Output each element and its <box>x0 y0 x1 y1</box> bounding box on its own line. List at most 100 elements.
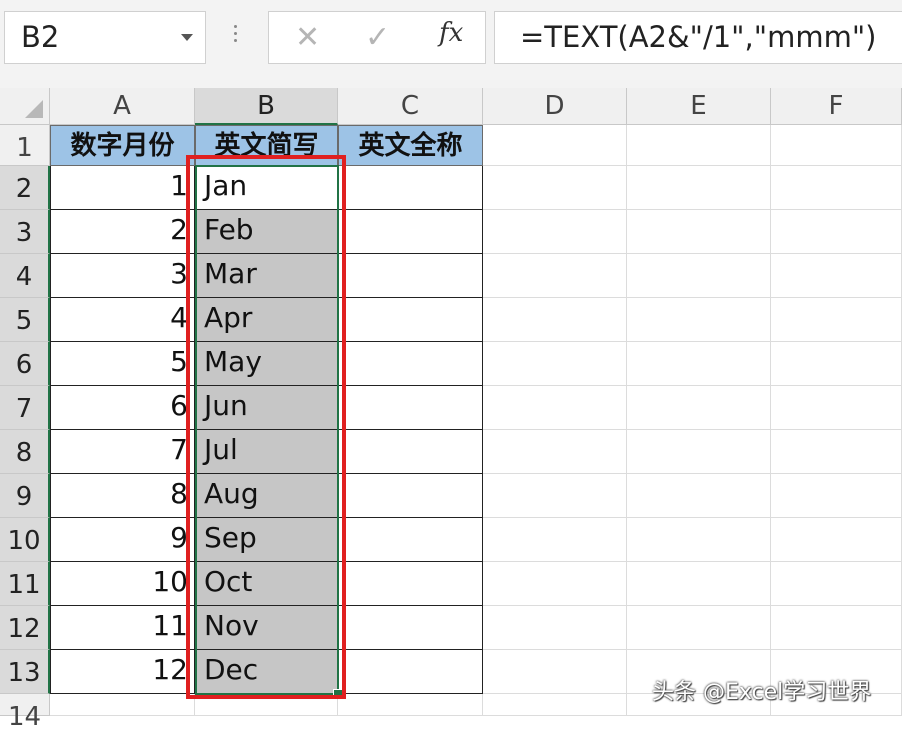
month-abbr-cell[interactable]: Feb <box>195 210 338 254</box>
month-abbr-cell[interactable]: Mar <box>195 254 338 298</box>
drag-handle-icon[interactable] <box>234 25 238 46</box>
cell-d1[interactable] <box>483 125 627 166</box>
cell-e9[interactable] <box>627 474 771 518</box>
cell-f6[interactable] <box>771 342 902 386</box>
row-header-4[interactable]: 4 <box>0 254 50 298</box>
row-header-5[interactable]: 5 <box>0 298 50 342</box>
select-all-corner[interactable] <box>0 88 50 125</box>
column-header-a[interactable]: A <box>50 88 195 125</box>
month-abbr-cell[interactable]: Dec <box>195 650 338 694</box>
cell-d8[interactable] <box>483 430 627 474</box>
header-cell-a1[interactable]: 数字月份 <box>50 125 195 166</box>
cell-f5[interactable] <box>771 298 902 342</box>
month-number-cell[interactable]: 7 <box>50 430 195 474</box>
cell-f1[interactable] <box>771 125 902 166</box>
row-header-11[interactable]: 11 <box>0 562 50 606</box>
month-fullname-cell[interactable] <box>338 166 483 210</box>
month-number-cell[interactable]: 4 <box>50 298 195 342</box>
row-header-9[interactable]: 9 <box>0 474 50 518</box>
month-fullname-cell[interactable] <box>338 342 483 386</box>
row-header-12[interactable]: 12 <box>0 606 50 650</box>
month-abbr-cell[interactable]: Apr <box>195 298 338 342</box>
month-number-cell[interactable]: 10 <box>50 562 195 606</box>
row-header-2[interactable]: 2 <box>0 166 50 210</box>
row-header-8[interactable]: 8 <box>0 430 50 474</box>
month-fullname-cell[interactable] <box>338 518 483 562</box>
cell-e7[interactable] <box>627 386 771 430</box>
cell-e2[interactable] <box>627 166 771 210</box>
month-fullname-cell[interactable] <box>338 650 483 694</box>
name-box[interactable]: B2 <box>4 11 206 64</box>
month-number-cell[interactable]: 9 <box>50 518 195 562</box>
month-fullname-cell[interactable] <box>338 386 483 430</box>
row-header-10[interactable]: 10 <box>0 518 50 562</box>
month-number-cell[interactable]: 12 <box>50 650 195 694</box>
month-fullname-cell[interactable] <box>338 254 483 298</box>
cell-e1[interactable] <box>627 125 771 166</box>
cell-d10[interactable] <box>483 518 627 562</box>
month-fullname-cell[interactable] <box>338 606 483 650</box>
cell-f11[interactable] <box>771 562 902 606</box>
month-abbr-cell[interactable]: Oct <box>195 562 338 606</box>
column-header-e[interactable]: E <box>627 88 771 125</box>
cell-d2[interactable] <box>483 166 627 210</box>
month-fullname-cell[interactable] <box>338 562 483 606</box>
header-cell-c1[interactable]: 英文全称 <box>338 125 483 166</box>
month-number-cell[interactable]: 6 <box>50 386 195 430</box>
formula-input[interactable]: =TEXT(A2&"/1","mmm") <box>494 11 902 64</box>
cell-a14[interactable] <box>50 694 195 716</box>
row-header-14[interactable]: 14 <box>0 694 50 732</box>
cell-d13[interactable] <box>483 650 627 694</box>
month-abbr-cell[interactable]: May <box>195 342 338 386</box>
cell-f9[interactable] <box>771 474 902 518</box>
row-header-1[interactable]: 1 <box>0 125 50 166</box>
month-abbr-cell[interactable]: Jun <box>195 386 338 430</box>
month-abbr-cell[interactable]: Jul <box>195 430 338 474</box>
cancel-icon[interactable]: ✕ <box>295 20 320 55</box>
cell-e10[interactable] <box>627 518 771 562</box>
cell-e12[interactable] <box>627 606 771 650</box>
cell-f2[interactable] <box>771 166 902 210</box>
cell-f12[interactable] <box>771 606 902 650</box>
row-header-13[interactable]: 13 <box>0 650 50 694</box>
cell-d5[interactable] <box>483 298 627 342</box>
month-fullname-cell[interactable] <box>338 210 483 254</box>
fill-handle[interactable] <box>333 689 343 699</box>
cell-d9[interactable] <box>483 474 627 518</box>
month-fullname-cell[interactable] <box>338 430 483 474</box>
enter-check-icon[interactable]: ✓ <box>365 20 390 55</box>
cell-e5[interactable] <box>627 298 771 342</box>
column-header-c[interactable]: C <box>338 88 483 125</box>
month-number-cell[interactable]: 3 <box>50 254 195 298</box>
cell-d7[interactable] <box>483 386 627 430</box>
cell-d6[interactable] <box>483 342 627 386</box>
cell-f8[interactable] <box>771 430 902 474</box>
month-abbr-cell[interactable]: Sep <box>195 518 338 562</box>
insert-function-icon[interactable]: fx <box>439 18 463 48</box>
cell-e8[interactable] <box>627 430 771 474</box>
row-header-7[interactable]: 7 <box>0 386 50 430</box>
cell-c14[interactable] <box>338 694 483 716</box>
column-header-f[interactable]: F <box>771 88 902 125</box>
month-abbr-cell[interactable]: Aug <box>195 474 338 518</box>
month-abbr-cell[interactable]: Nov <box>195 606 338 650</box>
cell-f7[interactable] <box>771 386 902 430</box>
month-fullname-cell[interactable] <box>338 474 483 518</box>
cell-d12[interactable] <box>483 606 627 650</box>
month-number-cell[interactable]: 1 <box>50 166 195 210</box>
cell-f4[interactable] <box>771 254 902 298</box>
chevron-down-icon[interactable] <box>181 34 193 41</box>
cell-e3[interactable] <box>627 210 771 254</box>
row-header-3[interactable]: 3 <box>0 210 50 254</box>
cell-e11[interactable] <box>627 562 771 606</box>
month-number-cell[interactable]: 2 <box>50 210 195 254</box>
month-number-cell[interactable]: 11 <box>50 606 195 650</box>
cell-f10[interactable] <box>771 518 902 562</box>
cell-f3[interactable] <box>771 210 902 254</box>
month-number-cell[interactable]: 5 <box>50 342 195 386</box>
cell-d4[interactable] <box>483 254 627 298</box>
cell-d3[interactable] <box>483 210 627 254</box>
month-fullname-cell[interactable] <box>338 298 483 342</box>
header-cell-b1[interactable]: 英文简写 <box>195 125 338 166</box>
cell-b14[interactable] <box>195 694 338 716</box>
